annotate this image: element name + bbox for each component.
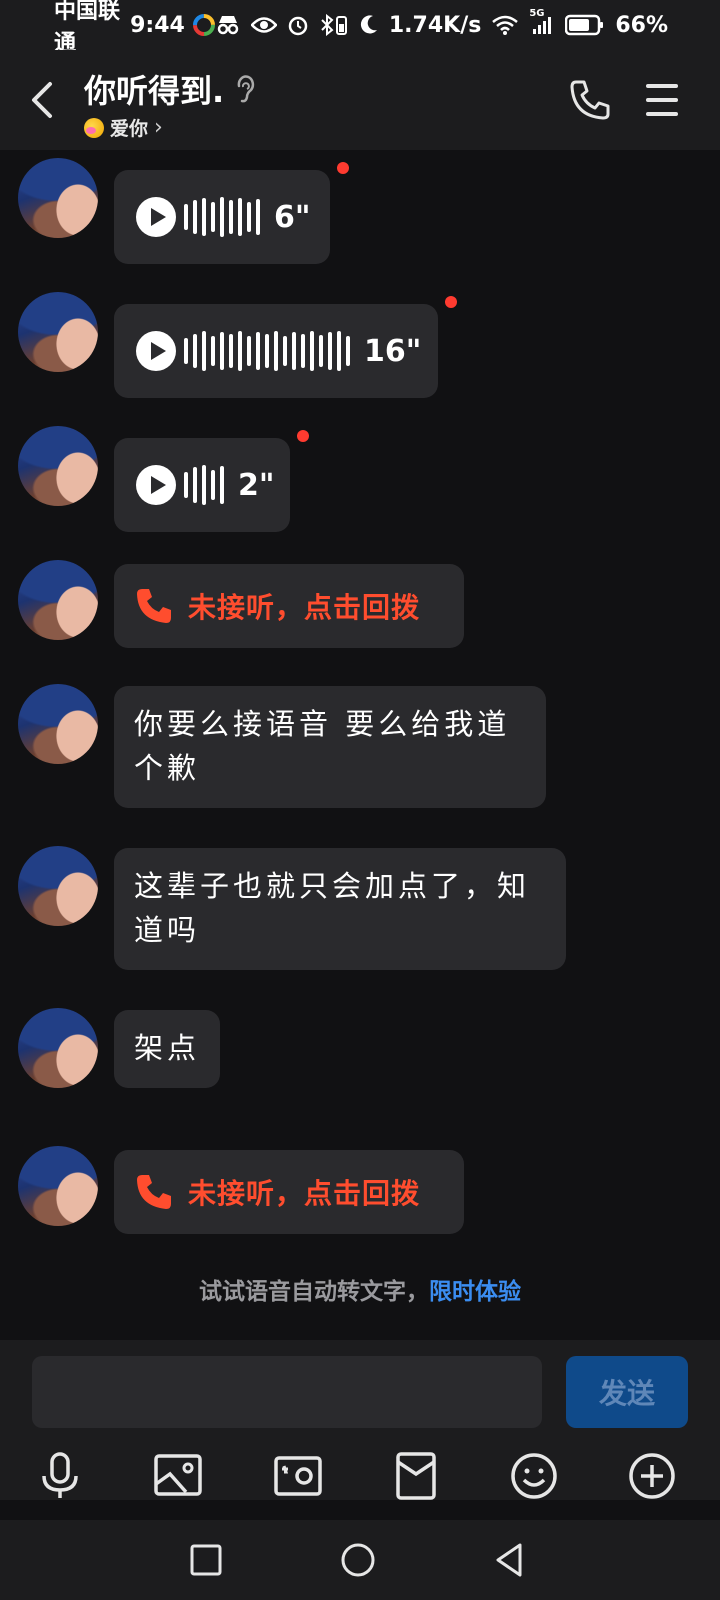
system-nav-bar xyxy=(0,1520,720,1600)
voice-to-text-hint: 试试语音自动转文字，限时体验 xyxy=(0,1272,720,1306)
camera-icon[interactable] xyxy=(270,1448,326,1504)
avatar[interactable] xyxy=(18,292,98,372)
square-icon xyxy=(190,1544,222,1576)
bluetooth-battery-icon xyxy=(319,14,349,36)
waveform xyxy=(184,197,260,237)
recent-apps-button[interactable] xyxy=(186,1540,226,1580)
voice-message[interactable]: 2" xyxy=(114,438,290,532)
avatar[interactable] xyxy=(18,846,98,926)
back-button[interactable] xyxy=(26,76,60,124)
smiley-face-icon xyxy=(84,117,104,138)
battery-icon xyxy=(565,14,605,36)
menu-line xyxy=(646,98,678,102)
phone-icon xyxy=(137,589,171,623)
phone-icon xyxy=(570,80,610,120)
text-message[interactable]: 你要么接语音 要么给我道个歉 xyxy=(114,686,546,808)
missed-call-text: 未接听，点击回拨 xyxy=(188,1177,421,1210)
voice-duration: 2" xyxy=(238,467,275,503)
avatar[interactable] xyxy=(18,684,98,764)
microphone-icon[interactable] xyxy=(32,1448,88,1504)
moon-icon xyxy=(359,14,379,36)
play-icon xyxy=(136,465,176,505)
ear-icon xyxy=(237,75,255,103)
contact-name: 你听得到. xyxy=(84,72,225,110)
menu-line xyxy=(646,84,678,88)
waveform xyxy=(184,465,224,505)
hint-text: 试试语音自动转文字， xyxy=(199,1279,429,1305)
more-menu-button[interactable] xyxy=(640,76,684,124)
contact-status: 爱你 xyxy=(110,118,149,140)
play-icon xyxy=(136,331,176,371)
network-type: 5G xyxy=(529,8,545,19)
voice-message[interactable]: 16" xyxy=(114,304,438,398)
menu-line xyxy=(646,112,678,116)
missed-call-message[interactable]: 未接听，点击回拨 xyxy=(114,564,464,648)
missed-call-message[interactable]: 未接听，点击回拨 xyxy=(114,1150,464,1234)
missed-call-text: 未接听，点击回拨 xyxy=(188,591,421,624)
chat-toolbar xyxy=(0,1448,720,1518)
phone-icon xyxy=(137,1175,171,1209)
app-notification-icon xyxy=(192,14,215,36)
avatar[interactable] xyxy=(18,560,98,640)
unread-dot xyxy=(337,162,349,174)
waveform xyxy=(184,331,350,371)
chevron-right-icon: › xyxy=(154,115,163,140)
carrier-label: 中国联通 xyxy=(54,0,121,56)
chevron-left-icon xyxy=(32,82,52,118)
avatar[interactable] xyxy=(18,1146,98,1226)
plus-icon[interactable] xyxy=(624,1448,680,1504)
clock: 9:44 xyxy=(130,12,185,38)
contact-info[interactable]: 你听得到. 爱你 › xyxy=(84,66,256,141)
play-icon xyxy=(136,197,176,237)
eye-icon xyxy=(250,15,277,35)
wifi-icon xyxy=(491,14,519,36)
message-list[interactable]: 6" 16" 2" 未接听，点击回拨 你要么接语音 要么给我道个歉 这辈子也就只… xyxy=(0,150,720,1340)
back-nav-button[interactable] xyxy=(490,1540,530,1580)
image-icon[interactable] xyxy=(150,1448,206,1504)
send-button[interactable]: 发送 xyxy=(566,1356,688,1428)
unread-dot xyxy=(445,296,457,308)
incognito-icon xyxy=(215,14,241,36)
unread-dot xyxy=(297,430,309,442)
text-message[interactable]: 架点 xyxy=(114,1010,220,1088)
voice-duration: 16" xyxy=(364,333,422,369)
battery-percent: 66% xyxy=(615,12,668,38)
red-packet-icon[interactable] xyxy=(388,1448,444,1504)
emoji-icon[interactable] xyxy=(506,1448,562,1504)
circle-icon xyxy=(341,1543,375,1577)
avatar[interactable] xyxy=(18,426,98,506)
home-button[interactable] xyxy=(338,1540,378,1580)
alarm-icon xyxy=(287,14,309,36)
message-input[interactable] xyxy=(32,1356,542,1428)
triangle-back-icon xyxy=(496,1543,522,1577)
net-speed: 1.74K/s xyxy=(388,12,482,38)
cellular-signal-icon: 5G xyxy=(529,8,555,36)
avatar[interactable] xyxy=(18,1008,98,1088)
hint-link[interactable]: 限时体验 xyxy=(429,1279,521,1305)
avatar[interactable] xyxy=(18,158,98,238)
text-message[interactable]: 这辈子也就只会加点了，知道吗 xyxy=(114,848,566,970)
voice-duration: 6" xyxy=(274,199,311,235)
status-bar: 中国联通 9:44 1.74K/s 5G 66% xyxy=(0,0,720,56)
voice-message[interactable]: 6" xyxy=(114,170,330,264)
voice-call-button[interactable] xyxy=(566,76,614,124)
